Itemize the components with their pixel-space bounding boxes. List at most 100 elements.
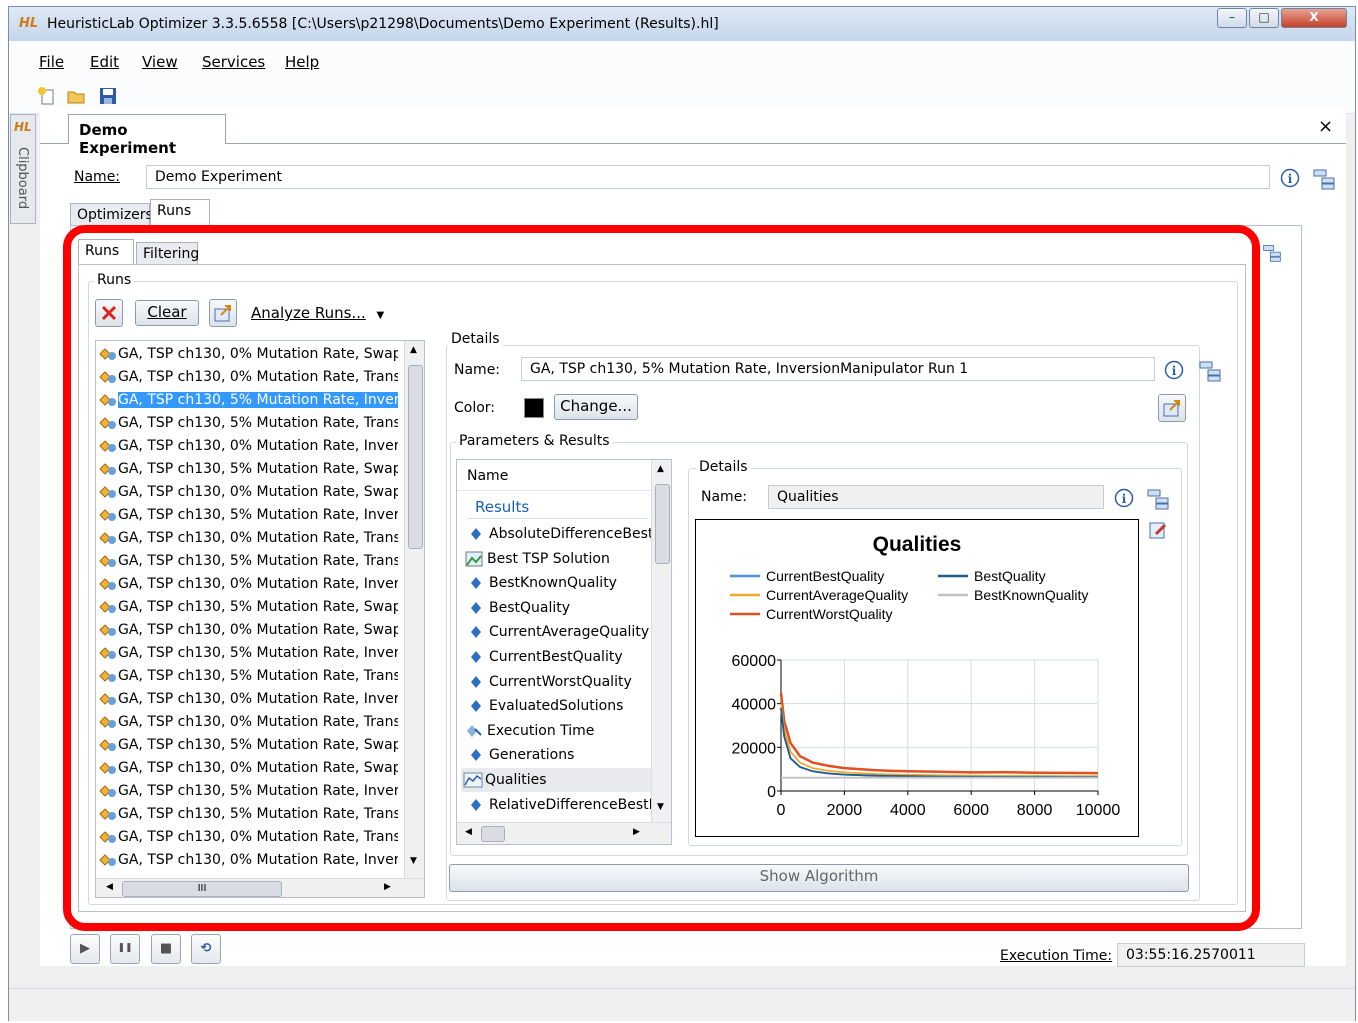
tab-runs[interactable]: Runs xyxy=(150,199,210,225)
open-runs-button[interactable] xyxy=(209,299,237,327)
tab-filtering[interactable]: Filtering xyxy=(136,242,199,266)
close-window-button[interactable]: X xyxy=(1281,8,1347,28)
scroll-right-icon[interactable]: ▶ xyxy=(633,827,640,837)
run-list-item[interactable]: GA, TSP ch130, 0% Mutation Rate, Swap2 xyxy=(98,343,398,366)
run-list-item[interactable]: GA, TSP ch130, 5% Mutation Rate, Transl xyxy=(98,412,398,435)
run-list-item[interactable]: GA, TSP ch130, 5% Mutation Rate, Swap2 xyxy=(98,596,398,619)
run-list-item[interactable]: GA, TSP ch130, 0% Mutation Rate, Swap2 xyxy=(98,481,398,504)
result-list-item[interactable]: Best TSP Solution xyxy=(461,547,651,571)
run-list-item[interactable]: GA, TSP ch130, 0% Mutation Rate, Inversi xyxy=(98,573,398,596)
result-list-item[interactable]: CurrentWorstQuality xyxy=(461,670,651,694)
runs-list-hthumb[interactable]: III xyxy=(122,881,282,897)
doc-tab-divider xyxy=(40,143,1346,144)
result-name-field[interactable]: Qualities xyxy=(768,485,1104,509)
stop-button[interactable]: ■ xyxy=(151,934,181,964)
save-icon[interactable] xyxy=(98,86,118,106)
run-list-item[interactable]: GA, TSP ch130, 5% Mutation Rate, Inversi xyxy=(98,780,398,803)
run-list-item[interactable]: GA, TSP ch130, 5% Mutation Rate, Inversi xyxy=(98,389,398,412)
tab-demo-experiment[interactable]: Demo Experiment xyxy=(68,114,226,157)
runs-list-vscrollbar[interactable]: ▲ ▼ xyxy=(404,341,424,878)
scroll-up-icon[interactable]: ▲ xyxy=(410,345,417,355)
run-list-item[interactable]: GA, TSP ch130, 5% Mutation Rate, Inversi xyxy=(98,642,398,665)
show-algorithm-button[interactable]: Show Algorithm xyxy=(449,864,1189,892)
start-button[interactable]: ▶ xyxy=(70,934,100,964)
open-folder-icon[interactable] xyxy=(66,86,86,106)
remove-button[interactable] xyxy=(95,299,123,327)
tab-inner-runs[interactable]: Runs xyxy=(78,239,134,265)
menu-help[interactable]: Help xyxy=(285,53,319,71)
run-list-item[interactable]: GA, TSP ch130, 5% Mutation Rate, Inversi xyxy=(98,504,398,527)
result-list-item[interactable]: Execution Time xyxy=(461,719,651,743)
runs-list[interactable]: GA, TSP ch130, 0% Mutation Rate, Swap2 GA… xyxy=(95,340,425,898)
scroll-down-icon[interactable]: ▼ xyxy=(410,856,417,866)
info-icon[interactable]: i xyxy=(1280,168,1300,188)
result-list-item[interactable]: Qualities xyxy=(461,768,651,792)
run-list-item[interactable]: GA, TSP ch130, 0% Mutation Rate, Inversi xyxy=(98,688,398,711)
hierarchy-icon[interactable] xyxy=(1198,360,1222,382)
run-list-item[interactable]: GA, TSP ch130, 5% Mutation Rate, Transl xyxy=(98,550,398,573)
run-icon xyxy=(99,601,116,613)
result-list-item[interactable]: EvaluatedSolutions xyxy=(461,694,651,718)
chart-title: Qualities xyxy=(873,533,962,556)
result-list-item[interactable]: Generations xyxy=(461,743,651,767)
hierarchy-icon[interactable] xyxy=(1262,242,1282,264)
run-name-field[interactable]: GA, TSP ch130, 5% Mutation Rate, Inversi… xyxy=(521,357,1155,381)
reset-button[interactable]: ⟲ xyxy=(191,934,221,964)
clear-button[interactable]: Clear xyxy=(135,300,199,326)
run-list-item[interactable]: GA, TSP ch130, 5% Mutation Rate, Transl xyxy=(98,803,398,826)
pause-button[interactable]: ❚❚ xyxy=(110,934,140,964)
scroll-left-icon[interactable]: ◀ xyxy=(465,827,472,837)
experiment-name-field[interactable]: Demo Experiment xyxy=(146,165,1270,189)
info-icon[interactable]: i xyxy=(1114,488,1134,508)
info-icon[interactable]: i xyxy=(1164,360,1184,380)
scroll-left-icon[interactable]: ◀ xyxy=(106,882,113,892)
run-list-item[interactable]: GA, TSP ch130, 0% Mutation Rate, Inversi xyxy=(98,849,398,872)
results-list[interactable]: Name Results AbsoluteDifferenceBestK Best… xyxy=(456,459,672,845)
run-list-item[interactable]: GA, TSP ch130, 0% Mutation Rate, Transl xyxy=(98,366,398,389)
title-bar[interactable]: HL HeuristicLab Optimizer 3.3.5.6558 [C:… xyxy=(9,7,1355,41)
run-list-item[interactable]: GA, TSP ch130, 0% Mutation Rate, Inversi xyxy=(98,435,398,458)
runs-list-vthumb[interactable] xyxy=(408,365,423,549)
new-file-icon[interactable] xyxy=(37,86,57,106)
run-list-item[interactable]: GA, TSP ch130, 0% Mutation Rate, Transl xyxy=(98,527,398,550)
results-list-header[interactable]: Name xyxy=(457,460,651,491)
open-run-button[interactable] xyxy=(1158,394,1186,422)
run-list-item[interactable]: GA, TSP ch130, 0% Mutation Rate, Transl xyxy=(98,826,398,849)
run-list-item[interactable]: GA, TSP ch130, 0% Mutation Rate, Swap2 xyxy=(98,619,398,642)
results-hscrollbar[interactable]: ◀ ▶ xyxy=(457,822,671,844)
edit-chart-icon[interactable] xyxy=(1148,520,1168,540)
menu-edit[interactable]: Edit xyxy=(90,53,119,71)
maximize-button[interactable]: □ xyxy=(1249,8,1279,28)
results-hthumb[interactable] xyxy=(481,826,505,842)
close-document-icon[interactable]: × xyxy=(1318,116,1333,137)
scroll-right-icon[interactable]: ▶ xyxy=(384,882,391,892)
minimize-button[interactable]: – xyxy=(1217,8,1247,28)
results-vthumb[interactable] xyxy=(655,484,670,564)
menu-file[interactable]: File xyxy=(39,53,64,71)
scroll-down-icon[interactable]: ▼ xyxy=(657,802,664,812)
hierarchy-icon[interactable] xyxy=(1146,488,1170,510)
run-list-item[interactable]: GA, TSP ch130, 0% Mutation Rate, Transl xyxy=(98,711,398,734)
results-vscrollbar[interactable]: ▲ ▼ xyxy=(651,460,671,822)
analyze-runs-menu[interactable]: Analyze Runs... ▼ xyxy=(251,304,384,322)
run-list-item[interactable]: GA, TSP ch130, 5% Mutation Rate, Swap2 xyxy=(98,734,398,757)
menu-view[interactable]: View xyxy=(142,53,178,71)
change-color-button[interactable]: Change... xyxy=(554,394,638,420)
app-logo: HL xyxy=(19,16,39,31)
scroll-up-icon[interactable]: ▲ xyxy=(657,464,664,474)
result-list-item[interactable]: BestKnownQuality xyxy=(461,571,651,595)
result-list-item[interactable]: BestQuality xyxy=(461,596,651,620)
tab-optimizers[interactable]: Optimizers xyxy=(70,203,153,227)
menu-services[interactable]: Services xyxy=(202,53,265,71)
runs-list-hscrollbar[interactable]: ◀ III ▶ xyxy=(96,878,424,897)
result-list-item[interactable]: AbsoluteDifferenceBestK xyxy=(461,522,651,546)
hierarchy-icon[interactable] xyxy=(1312,168,1336,190)
run-list-item[interactable]: GA, TSP ch130, 5% Mutation Rate, Swap2 xyxy=(98,458,398,481)
run-list-item[interactable]: GA, TSP ch130, 5% Mutation Rate, Transl xyxy=(98,665,398,688)
result-list-item[interactable]: CurrentAverageQuality xyxy=(461,620,651,644)
clipboard-sidebar[interactable]: HL Clipboard xyxy=(10,114,36,224)
result-label: AbsoluteDifferenceBestK xyxy=(489,526,651,542)
run-list-item[interactable]: GA, TSP ch130, 0% Mutation Rate, Swap2 xyxy=(98,757,398,780)
result-list-item[interactable]: CurrentBestQuality xyxy=(461,645,651,669)
result-list-item[interactable]: RelativeDifferenceBestK xyxy=(461,793,651,817)
